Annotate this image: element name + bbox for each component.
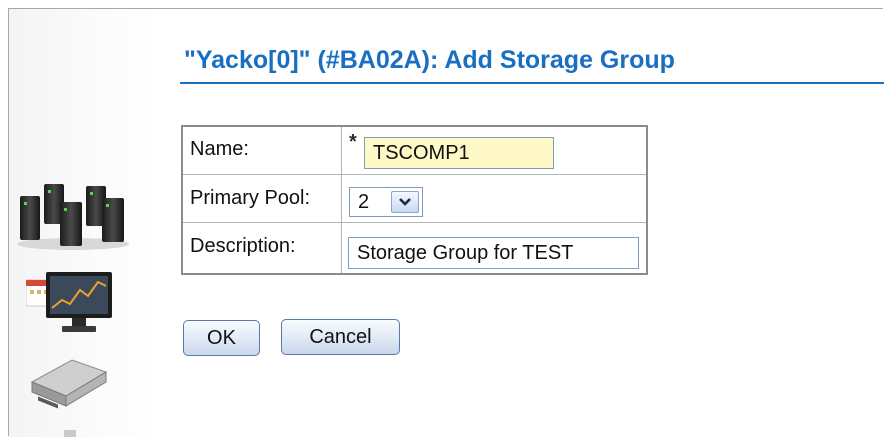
page-title: "Yacko[0]" (#BA02A): Add Storage Group [184,46,675,74]
cancel-button[interactable]: Cancel [281,319,400,355]
description-label: Description: [190,235,296,257]
required-asterisk: * [349,131,357,153]
title-underline [180,82,884,84]
chevron-down-icon [399,198,411,206]
description-input[interactable] [348,237,639,269]
name-label: Name: [190,138,249,160]
storage-drive-icon[interactable] [22,352,112,412]
servers-icon[interactable] [14,178,132,250]
name-row: Name: * [183,127,646,174]
performance-monitor-icon[interactable] [26,268,118,338]
dropdown-button[interactable] [391,191,419,213]
primary-pool-row: Primary Pool: 2 [183,175,646,222]
partial-nav-icon [64,430,76,437]
primary-pool-label: Primary Pool: [190,187,311,209]
storage-group-form: Name: * Primary Pool: 2 Description: [181,125,648,275]
ok-button[interactable]: OK [183,320,260,356]
description-row: Description: [183,223,646,273]
name-input[interactable] [364,137,554,169]
primary-pool-select[interactable]: 2 [349,187,423,217]
primary-pool-value: 2 [358,191,370,213]
